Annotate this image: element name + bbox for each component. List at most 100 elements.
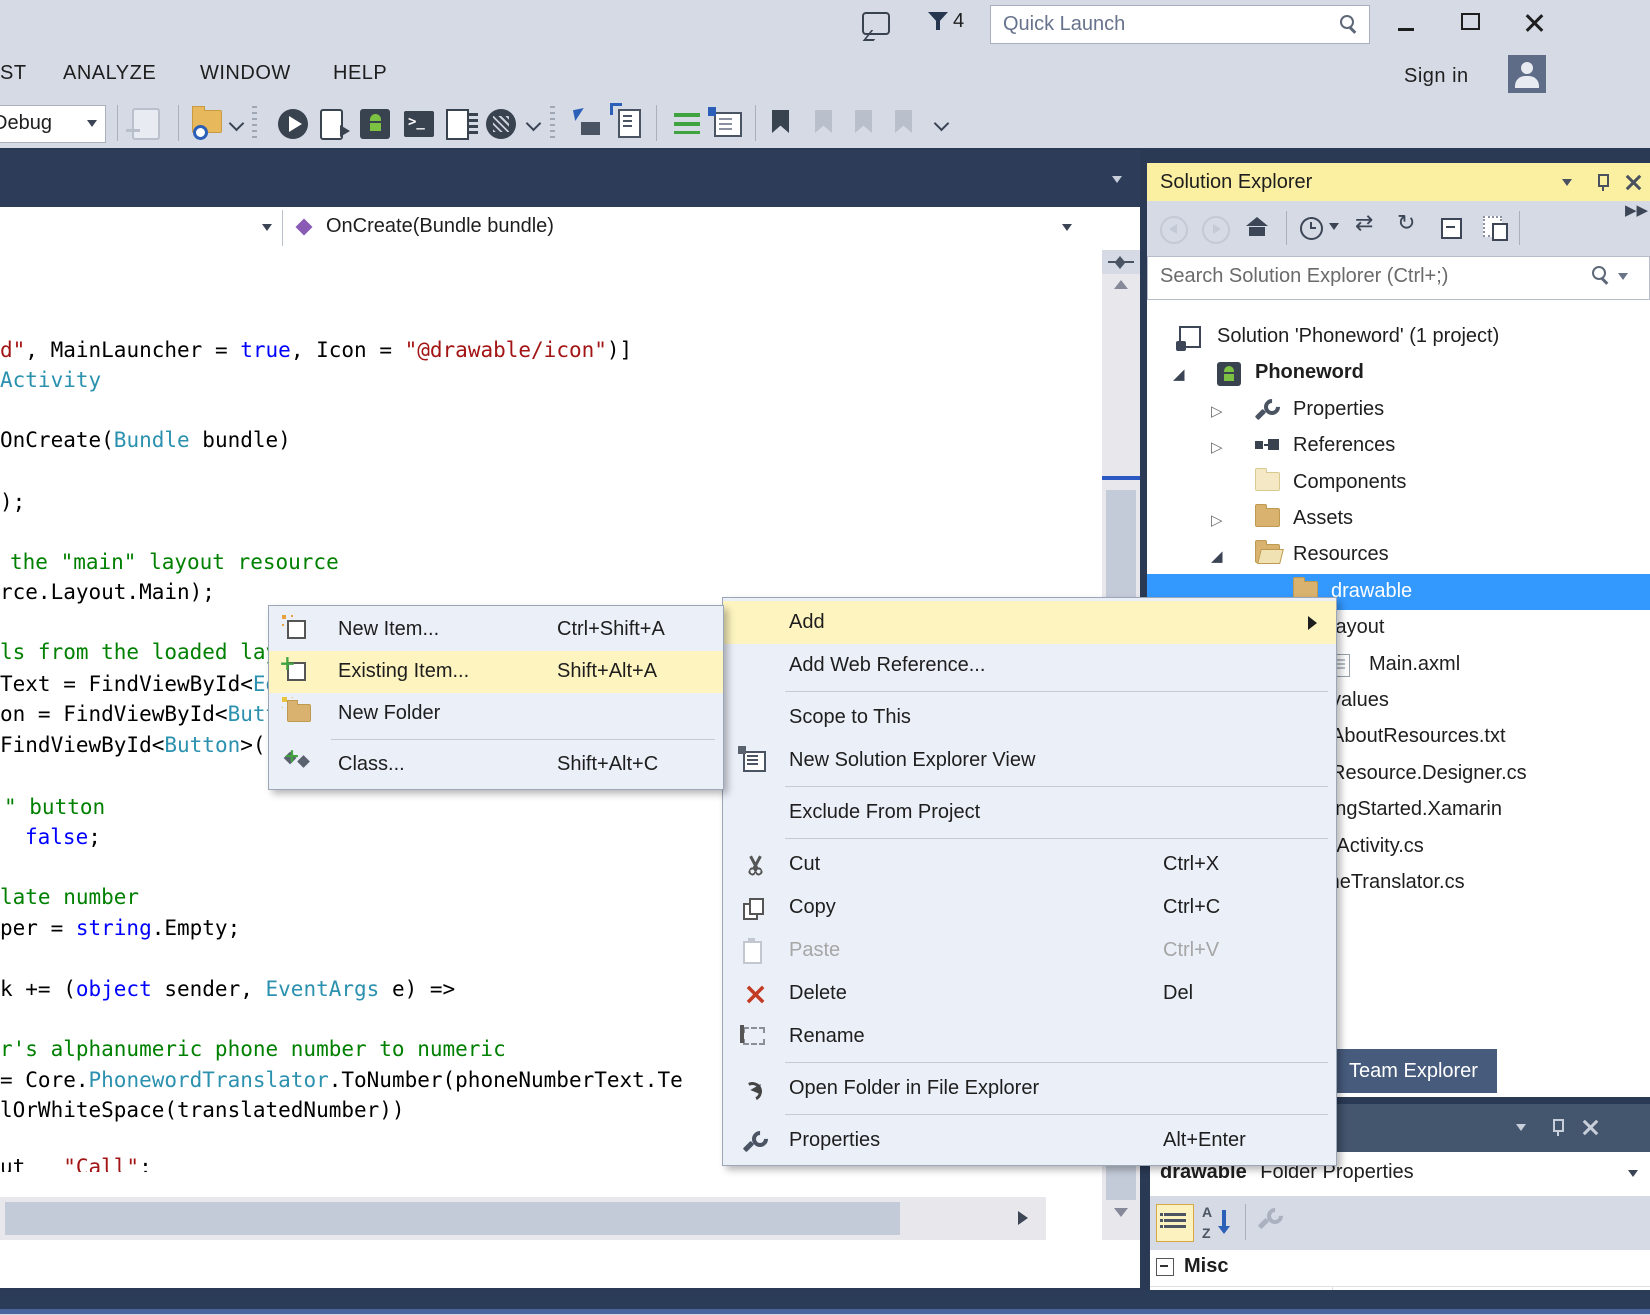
solution-explorer-titlebar[interactable]: Solution Explorer — [1147, 163, 1650, 201]
filter-dropdown-icon[interactable] — [1329, 223, 1339, 235]
comment-icon[interactable] — [714, 112, 742, 137]
menu-analyze[interactable]: ANALYZE — [63, 62, 156, 85]
menu-window[interactable]: WINDOW — [200, 62, 291, 85]
quick-launch-input[interactable]: Quick Launch — [990, 5, 1370, 44]
menu-item-delete[interactable]: DeleteDel — [723, 972, 1336, 1015]
close-panel-icon[interactable] — [1625, 174, 1641, 190]
navigate-to-icon[interactable] — [572, 111, 600, 135]
menu-item-copy[interactable]: CopyCtrl+C — [723, 886, 1336, 929]
bookmark-clear-icon[interactable] — [895, 110, 912, 133]
members-dropdown[interactable]: OnCreate(Bundle bundle) — [326, 215, 554, 238]
tree-item-references[interactable]: ▷References — [1147, 428, 1650, 464]
menu-item-new-folder[interactable]: New Folder — [269, 693, 723, 735]
editor-splitter-handle[interactable] — [1102, 250, 1140, 274]
feedback-icon[interactable] — [862, 12, 890, 35]
sync-with-active-document-icon[interactable]: ⇄ — [1355, 211, 1373, 236]
menu-help[interactable]: HELP — [333, 62, 387, 85]
menu-item-existing-item[interactable]: Existing Item...Shift+Alt+A — [269, 651, 723, 693]
search-icon[interactable] — [1591, 265, 1611, 285]
menu-item-open-folder-in-file-explorer[interactable]: Open Folder in File Explorer — [723, 1067, 1336, 1110]
user-avatar-icon[interactable] — [1508, 55, 1546, 93]
notifications-filter-icon[interactable] — [928, 10, 948, 32]
menu-item-exclude-from-project[interactable]: Exclude From Project — [723, 791, 1336, 834]
bookmark-next-icon[interactable] — [855, 110, 872, 133]
indent-icon[interactable] — [674, 113, 700, 134]
collapse-all-icon[interactable] — [1441, 218, 1462, 239]
scroll-up-icon[interactable] — [1114, 280, 1128, 289]
members-dropdown-icon[interactable] — [1062, 224, 1072, 236]
forward-icon[interactable] — [1202, 216, 1230, 244]
maximize-button[interactable] — [1461, 13, 1480, 30]
home-icon[interactable] — [1246, 217, 1268, 237]
back-icon[interactable] — [1160, 216, 1188, 244]
config-dropdown[interactable]: Debug — [0, 105, 106, 143]
editor-horizontal-scrollbar[interactable] — [0, 1197, 1046, 1240]
tree-item-components[interactable]: Components — [1147, 465, 1650, 501]
tree-item-properties[interactable]: ▷Properties — [1147, 392, 1650, 428]
toolbar-overflow-icon[interactable] — [526, 116, 542, 132]
close-button[interactable] — [1524, 12, 1544, 32]
menu-test[interactable]: ST — [0, 62, 27, 85]
code-line: r's alphanumeric phone number to numeric — [0, 1034, 506, 1064]
window-position-icon[interactable] — [1516, 1124, 1526, 1136]
menu-item-add-web-reference[interactable]: Add Web Reference... — [723, 644, 1336, 687]
refresh-icon[interactable]: ↻ — [1397, 211, 1415, 236]
notifications-count[interactable]: 4 — [953, 10, 965, 33]
categorized-view-icon[interactable] — [1156, 1204, 1194, 1242]
pin-icon[interactable] — [1550, 1118, 1564, 1136]
expand-icon[interactable]: ▷ — [1211, 402, 1223, 420]
menu-item-properties[interactable]: PropertiesAlt+Enter — [723, 1119, 1336, 1162]
pin-icon[interactable] — [1595, 173, 1609, 191]
attach-debugger-icon[interactable] — [132, 108, 160, 140]
collapse-icon[interactable]: ◢ — [1173, 365, 1185, 383]
document-well-dropdown-icon[interactable] — [1112, 176, 1122, 188]
goto-definition-icon[interactable] — [618, 109, 641, 138]
bookmark-icon[interactable] — [772, 110, 789, 133]
sign-in-link[interactable]: Sign in — [1404, 65, 1469, 88]
android-console-icon[interactable] — [404, 111, 434, 137]
toolbar-overflow-icon[interactable]: ▶▶ — [1625, 201, 1648, 219]
android-deploy-icon[interactable] — [360, 109, 390, 139]
menu-item-new-solution-explorer-view[interactable]: New Solution Explorer View — [723, 739, 1336, 782]
pending-changes-filter-icon[interactable] — [1300, 217, 1323, 240]
collapse-section-icon[interactable] — [1156, 1258, 1174, 1276]
menu-item-cut[interactable]: CutCtrl+X — [723, 843, 1336, 886]
search-options-icon[interactable] — [1618, 273, 1628, 285]
expand-icon[interactable]: ▷ — [1211, 438, 1223, 456]
tree-item-resources[interactable]: ◢Resources — [1147, 537, 1650, 573]
android-emulator-icon[interactable] — [486, 109, 516, 139]
types-dropdown-icon[interactable] — [262, 224, 272, 236]
toolbar-grip[interactable] — [550, 106, 555, 142]
bookmark-previous-icon[interactable] — [815, 110, 832, 133]
property-pages-icon[interactable] — [1258, 1208, 1280, 1230]
find-in-files-icon[interactable] — [192, 110, 222, 133]
device-manager-icon[interactable] — [446, 109, 469, 140]
window-position-icon[interactable] — [1562, 179, 1572, 191]
minimize-button[interactable] — [1398, 28, 1414, 31]
menu-item-class[interactable]: Class...Shift+Alt+C — [269, 744, 723, 786]
run-on-device-icon[interactable] — [320, 109, 343, 140]
expand-icon[interactable]: ▷ — [1211, 511, 1223, 529]
run-button[interactable] — [278, 109, 308, 139]
toolbar-overflow-icon[interactable] — [934, 116, 950, 132]
close-panel-icon[interactable] — [1582, 1119, 1598, 1135]
tab-team-explorer[interactable]: Team Explorer — [1330, 1049, 1497, 1093]
menu-item-new-item[interactable]: New Item...Ctrl+Shift+A — [269, 609, 723, 651]
collapse-icon[interactable]: ◢ — [1211, 547, 1223, 565]
show-all-files-icon[interactable] — [1483, 216, 1502, 237]
toolbar-grip[interactable] — [252, 106, 257, 142]
scroll-right-icon[interactable] — [1018, 1211, 1028, 1225]
chevron-down-icon[interactable] — [1628, 1170, 1638, 1182]
scroll-down-icon[interactable] — [1114, 1208, 1128, 1217]
cut-icon — [743, 855, 765, 877]
tree-item-assets[interactable]: ▷Assets — [1147, 501, 1650, 537]
alphabetical-sort-icon[interactable] — [1200, 1206, 1234, 1240]
tree-item-phoneword[interactable]: ◢Phoneword — [1147, 355, 1650, 391]
horizontal-scroll-thumb[interactable] — [5, 1202, 900, 1235]
tree-item-solution-phoneword-1-project[interactable]: Solution 'Phoneword' (1 project) — [1147, 319, 1650, 355]
menu-item-scope-to-this[interactable]: Scope to This — [723, 696, 1336, 739]
menu-item-rename[interactable]: Rename — [723, 1015, 1336, 1058]
solution-search-input[interactable]: Search Solution Explorer (Ctrl+;) — [1147, 256, 1650, 300]
toolbar-overflow-icon[interactable] — [229, 116, 245, 132]
menu-item-add[interactable]: Add — [723, 601, 1336, 644]
